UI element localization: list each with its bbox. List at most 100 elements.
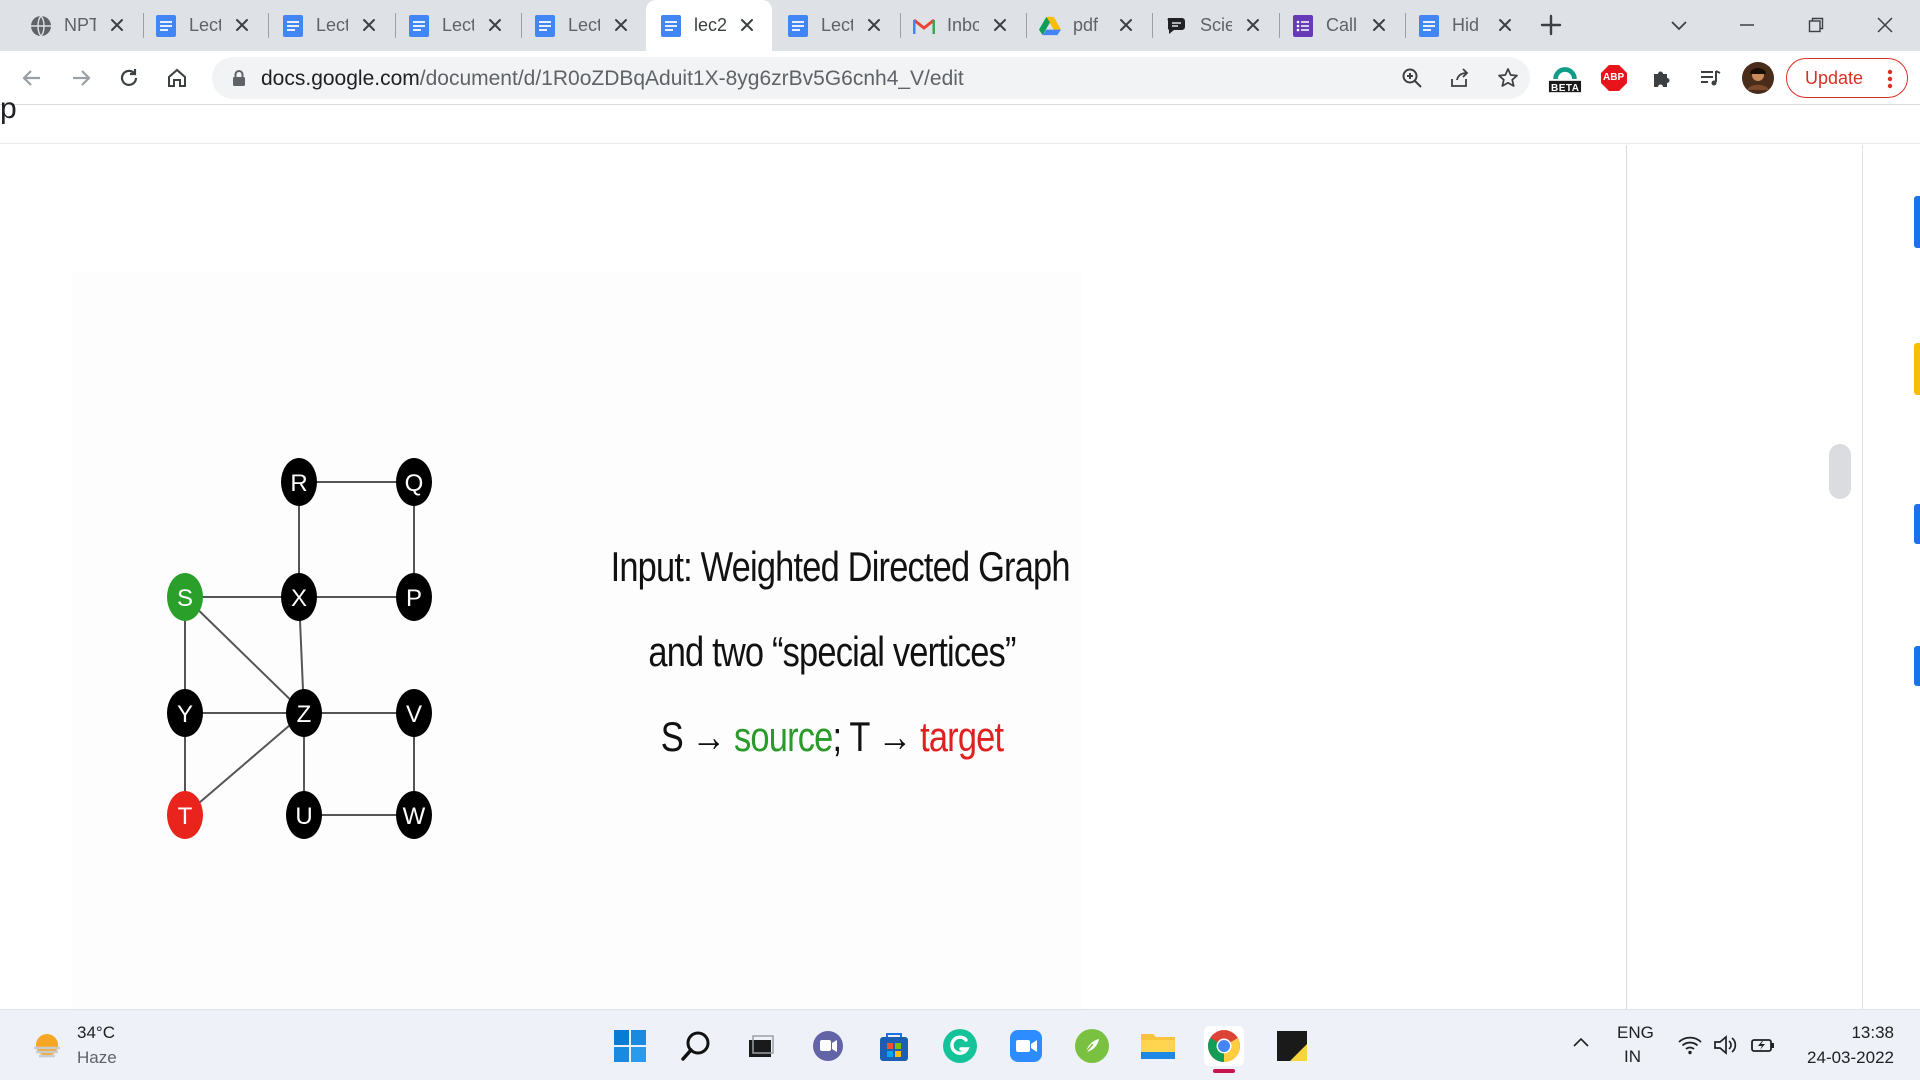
home-icon bbox=[168, 68, 186, 87]
close-window-button[interactable] bbox=[1868, 8, 1902, 42]
tab-5[interactable]: Lecture bbox=[520, 0, 646, 51]
tab-7[interactable]: Lecture bbox=[773, 0, 899, 51]
docs-icon bbox=[534, 14, 556, 37]
task-view-button[interactable] bbox=[740, 1026, 780, 1066]
more-vert-icon bbox=[1887, 69, 1893, 89]
side-calendar-icon[interactable] bbox=[1914, 196, 1920, 248]
wifi-icon bbox=[1678, 1036, 1702, 1055]
scrollbar-thumb[interactable] bbox=[1829, 444, 1851, 499]
tab-close-icon[interactable] bbox=[736, 14, 758, 36]
chevron-up-icon[interactable] bbox=[1572, 1034, 1590, 1052]
url-text[interactable]: docs.google.com/document/d/1R0oZDBqAduit… bbox=[261, 67, 964, 91]
tab-close-icon[interactable] bbox=[610, 14, 632, 36]
graph-node-R: R bbox=[281, 458, 317, 506]
extension-beta[interactable]: BETA bbox=[1548, 61, 1582, 95]
search-button[interactable] bbox=[676, 1026, 716, 1066]
bookmark-button[interactable] bbox=[1491, 61, 1525, 95]
minimize-button[interactable] bbox=[1730, 8, 1764, 42]
tab-9[interactable]: pdf bbox=[1025, 0, 1151, 51]
back-button[interactable] bbox=[15, 61, 49, 95]
tab-11[interactable]: Call bbox=[1278, 0, 1404, 51]
media-control-button[interactable] bbox=[1693, 61, 1727, 95]
weather-temperature[interactable]: 34°C bbox=[77, 1023, 115, 1043]
start-button[interactable] bbox=[610, 1026, 650, 1066]
task-view-icon bbox=[749, 1035, 774, 1057]
graph-node-V: V bbox=[396, 689, 432, 737]
weather-description[interactable]: Haze bbox=[77, 1048, 117, 1068]
restore-icon bbox=[1808, 17, 1824, 33]
tab-close-icon[interactable] bbox=[231, 14, 253, 36]
tab-8[interactable]: Inbox bbox=[899, 0, 1025, 51]
star-icon bbox=[1498, 68, 1518, 87]
home-button[interactable] bbox=[160, 61, 194, 95]
zoom-button[interactable] bbox=[1395, 61, 1429, 95]
document-canvas[interactable]: R Q S X P Y Z V T U W Input: Weighted Directed Gra… bbox=[0, 145, 1626, 1043]
zoom-app-button[interactable] bbox=[1006, 1026, 1046, 1066]
docs-icon bbox=[660, 14, 682, 37]
tab-4[interactable]: Lecture bbox=[394, 0, 520, 51]
tab-search-button[interactable] bbox=[1662, 8, 1696, 42]
side-contacts-icon[interactable] bbox=[1914, 646, 1920, 686]
zoom-in-icon bbox=[1402, 68, 1422, 88]
side-keep-icon[interactable] bbox=[1914, 343, 1920, 395]
active-app-indicator bbox=[1213, 1069, 1235, 1073]
adblock-button[interactable]: ABP bbox=[1597, 61, 1631, 95]
forms-icon bbox=[1292, 14, 1314, 37]
tab-close-icon[interactable] bbox=[989, 14, 1011, 36]
tab-close-icon[interactable] bbox=[1494, 14, 1516, 36]
leaf-icon bbox=[1075, 1029, 1109, 1063]
chrome-icon bbox=[1208, 1030, 1240, 1062]
tab-close-icon[interactable] bbox=[484, 14, 506, 36]
tab-close-icon[interactable] bbox=[1242, 14, 1264, 36]
forward-button[interactable] bbox=[64, 61, 98, 95]
battery-charging-icon bbox=[1751, 1039, 1774, 1052]
clock-time[interactable]: 13:38 bbox=[1851, 1023, 1894, 1043]
tab-close-icon[interactable] bbox=[863, 14, 885, 36]
tab-close-icon[interactable] bbox=[106, 14, 128, 36]
restore-button[interactable] bbox=[1799, 8, 1833, 42]
side-tasks-icon[interactable] bbox=[1914, 504, 1920, 544]
volume-tray[interactable] bbox=[1713, 1032, 1739, 1058]
extensions-button[interactable] bbox=[1645, 61, 1679, 95]
sticky-notes-button[interactable] bbox=[1272, 1026, 1312, 1066]
address-bar[interactable]: docs.google.com/document/d/1R0oZDBqAduit… bbox=[212, 57, 1530, 99]
update-button[interactable]: Update bbox=[1786, 58, 1908, 98]
new-tab-button[interactable] bbox=[1536, 10, 1566, 40]
tab-close-icon[interactable] bbox=[1115, 14, 1137, 36]
tab-3[interactable]: Lecture bbox=[268, 0, 394, 51]
haze-weather-icon[interactable] bbox=[32, 1031, 62, 1061]
tab-6[interactable]: lec2 bbox=[646, 0, 772, 51]
graph-node-label: V bbox=[406, 701, 422, 728]
tab-12[interactable]: Hid bbox=[1404, 0, 1530, 51]
graph-node-label: Z bbox=[297, 701, 312, 728]
reload-button[interactable] bbox=[112, 61, 146, 95]
docs-icon bbox=[408, 14, 430, 37]
clock-date[interactable]: 24-03-2022 bbox=[1807, 1048, 1894, 1068]
store-button[interactable] bbox=[874, 1026, 914, 1066]
language-indicator[interactable]: ENG bbox=[1617, 1023, 1654, 1043]
share-icon bbox=[1451, 68, 1469, 87]
tab-close-icon[interactable] bbox=[358, 14, 380, 36]
tab-1[interactable]: NPTEL bbox=[16, 0, 142, 51]
tab-title: Lecture bbox=[821, 15, 853, 35]
gmail-icon bbox=[913, 15, 935, 37]
lock-icon[interactable] bbox=[230, 69, 248, 87]
file-explorer-button[interactable] bbox=[1138, 1026, 1178, 1066]
tab-10[interactable]: Scie bbox=[1152, 0, 1278, 51]
wifi-tray[interactable] bbox=[1677, 1032, 1703, 1058]
playlist-icon bbox=[1701, 70, 1721, 86]
grammarly-button[interactable] bbox=[940, 1026, 980, 1066]
tab-title: Lecture bbox=[442, 15, 474, 35]
tab-2[interactable]: Lecture bbox=[141, 0, 267, 51]
evernote-button[interactable] bbox=[1072, 1026, 1112, 1066]
tab-close-icon[interactable] bbox=[1368, 14, 1390, 36]
tab-title: Lecture bbox=[316, 15, 348, 35]
chrome-button[interactable] bbox=[1204, 1026, 1244, 1066]
close-icon bbox=[1877, 17, 1893, 33]
target-word: target bbox=[920, 713, 1004, 760]
profile-avatar[interactable] bbox=[1741, 61, 1775, 95]
share-button[interactable] bbox=[1443, 61, 1477, 95]
teams-chat-button[interactable] bbox=[808, 1026, 848, 1066]
region-indicator[interactable]: IN bbox=[1624, 1047, 1641, 1067]
battery-tray[interactable] bbox=[1750, 1032, 1776, 1058]
